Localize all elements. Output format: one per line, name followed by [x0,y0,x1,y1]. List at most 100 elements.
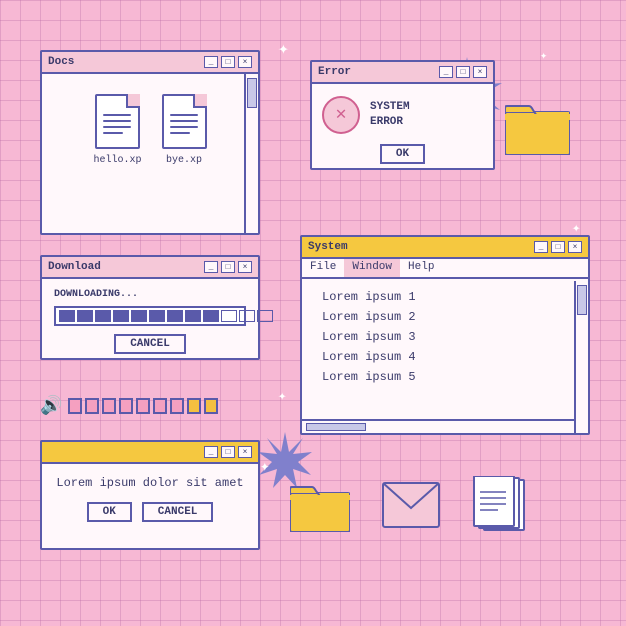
download-controls: _ □ × [204,261,252,273]
download-window: Download _ □ × DOWNLOADING... [40,255,260,360]
download-title-bar: Download _ □ × [42,257,258,279]
seg7 [167,310,183,322]
error-content: ✕ SYSTEM ERROR [312,84,493,142]
sparkle-6: ✦ [540,48,547,63]
doc-item-hello[interactable]: hello.xp [93,94,141,166]
folder-top-right [505,100,570,155]
dialog-minimize[interactable]: _ [204,446,218,458]
vol-seg-1 [68,398,82,414]
vol-seg-8 [187,398,201,414]
progress-segments [59,310,273,322]
system-item-1[interactable]: Lorem ipsum 1 [322,287,568,307]
error-ok-button[interactable]: OK [380,144,425,164]
progress-bar [54,306,246,326]
sparkle-5: ✦ [260,456,270,476]
doc-label-hello: hello.xp [93,155,141,166]
system-item-4[interactable]: Lorem ipsum 4 [322,347,568,367]
doc-line [170,114,198,116]
dialog-buttons: OK CANCEL [56,502,244,522]
download-content: DOWNLOADING... CANCEL [42,279,258,364]
docs-close[interactable]: × [238,56,252,68]
folder-bottom-center [290,482,350,532]
seg6 [149,310,165,322]
dialog-cancel-button[interactable]: CANCEL [142,502,214,522]
menu-window[interactable]: Window [344,259,400,277]
system-title-bar: System _ □ × [302,237,588,259]
seg4 [113,310,129,322]
vol-seg-2 [85,398,99,414]
system-item-3[interactable]: Lorem ipsum 3 [322,327,568,347]
system-item-2[interactable]: Lorem ipsum 2 [322,307,568,327]
stacked-docs-icon [472,476,537,539]
error-line1: SYSTEM [370,101,410,113]
dialog-content: Lorem ipsum dolor sit amet OK CANCEL [42,464,258,530]
dialog-maximize[interactable]: □ [221,446,235,458]
doc-line [170,132,190,134]
vol-seg-4 [119,398,133,414]
download-minimize[interactable]: _ [204,261,218,273]
system-scrollbar-h[interactable] [302,419,574,433]
docs-title-bar: Docs _ □ × [42,52,258,74]
sparkle-3: ✦ [278,388,286,405]
system-scrollbar-thumb [577,285,587,315]
docs-maximize[interactable]: □ [221,56,235,68]
envelope-icon [382,482,440,533]
folder-icon-tr [505,100,570,155]
download-maximize[interactable]: □ [221,261,235,273]
seg9 [203,310,219,322]
system-minimize[interactable]: _ [534,241,548,253]
dialog-ok-button[interactable]: OK [87,502,132,522]
menu-help[interactable]: Help [400,259,442,277]
error-maximize[interactable]: □ [456,66,470,78]
stacked-docs-svg [472,476,537,534]
volume-bar: 🔊 [40,395,218,417]
dialog-controls: _ □ × [204,446,252,458]
seg3 [95,310,111,322]
download-cancel-button[interactable]: CANCEL [114,334,186,354]
doc-line [103,114,131,116]
system-maximize[interactable]: □ [551,241,565,253]
system-scrollbar-v[interactable] [574,281,588,433]
dialog-close[interactable]: × [238,446,252,458]
vol-seg-9 [204,398,218,414]
folder-icon-bottom [290,482,350,532]
system-content: Lorem ipsum 1 Lorem ipsum 2 Lorem ipsum … [302,279,588,395]
doc-icon-hello [95,94,140,149]
docs-scrollbar[interactable] [244,74,258,233]
volume-segments [68,398,218,414]
dialog-window: _ □ × Lorem ipsum dolor sit amet OK CANC… [40,440,260,550]
docs-minimize[interactable]: _ [204,56,218,68]
system-title: System [308,241,348,253]
error-x-symbol: ✕ [336,106,347,124]
error-minimize[interactable]: _ [439,66,453,78]
docs-window: Docs _ □ × hello.xp [40,50,260,235]
doc-lines-hello [103,114,131,138]
error-line2: ERROR [370,116,403,128]
sparkle-1: ✦ [278,38,289,60]
doc-line [103,120,131,122]
doc-item-bye[interactable]: bye.xp [162,94,207,166]
envelope-svg [382,482,440,528]
system-item-5[interactable]: Lorem ipsum 5 [322,367,568,387]
seg1 [59,310,75,322]
error-window: Error _ □ × ✕ SYSTEM ERROR OK [310,60,495,170]
h-scrollbar-thumb [306,423,366,431]
download-cancel-row: CANCEL [54,334,246,354]
scrollbar-thumb [247,78,257,108]
doc-line [103,132,123,134]
seg10 [221,310,237,322]
vol-seg-3 [102,398,116,414]
vol-seg-7 [170,398,184,414]
system-close[interactable]: × [568,241,582,253]
error-message: SYSTEM ERROR [370,100,410,131]
dialog-text: Lorem ipsum dolor sit amet [56,476,244,490]
download-close[interactable]: × [238,261,252,273]
error-x-icon: ✕ [322,96,360,134]
docs-content: hello.xp bye.xp [42,74,258,186]
error-close[interactable]: × [473,66,487,78]
error-controls: _ □ × [439,66,487,78]
seg5 [131,310,147,322]
error-ok-row: OK [312,144,493,164]
menu-file[interactable]: File [302,259,344,277]
doc-label-bye: bye.xp [166,155,202,166]
